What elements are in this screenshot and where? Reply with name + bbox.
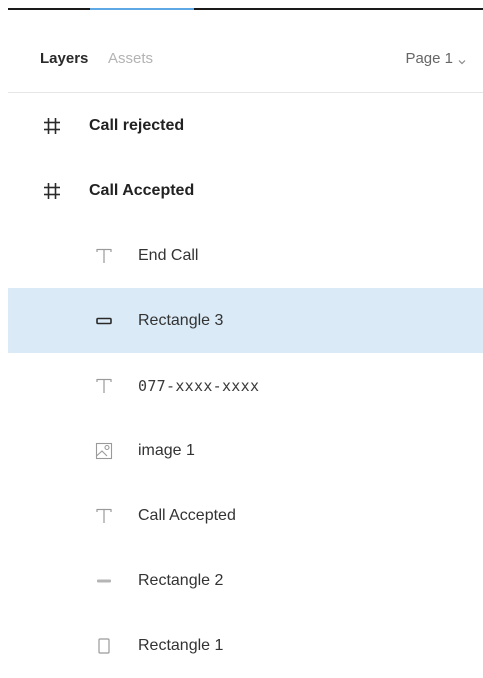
layer-row-call-accepted-frame[interactable]: Call Accepted — [8, 158, 483, 223]
layer-label: 077-xxxx-xxxx — [138, 376, 260, 395]
layer-label: End Call — [138, 246, 199, 264]
page-selector[interactable]: Page 1 — [405, 50, 467, 68]
chevron-down-icon — [457, 54, 467, 65]
layer-row-image-1[interactable]: image 1 — [8, 418, 483, 483]
layer-row-rectangle-3[interactable]: Rectangle 3 — [8, 288, 483, 353]
layer-label: Call Accepted — [89, 181, 195, 199]
rectangle-icon — [94, 571, 114, 591]
layer-label: image 1 — [138, 441, 195, 459]
rectangle-icon — [94, 311, 114, 331]
frame-icon — [42, 116, 62, 136]
text-icon — [94, 246, 114, 266]
layer-label: Call Accepted — [138, 506, 236, 524]
layer-row-call-rejected[interactable]: Call rejected — [8, 93, 483, 158]
image-icon — [94, 441, 114, 461]
layer-label: Rectangle 3 — [138, 311, 224, 329]
layer-row-phone-number[interactable]: 077-xxxx-xxxx — [8, 353, 483, 418]
text-icon — [94, 506, 114, 526]
tab-layers[interactable]: Layers — [40, 50, 88, 68]
text-icon — [94, 376, 114, 396]
layer-row-rectangle-2[interactable]: Rectangle 2 — [8, 548, 483, 613]
layer-row-call-accepted-text[interactable]: Call Accepted — [8, 483, 483, 548]
layer-label: Rectangle 1 — [138, 636, 224, 654]
layers-panel-header: Layers Assets Page 1 — [8, 10, 483, 93]
layer-label: Call rejected — [89, 116, 185, 134]
layer-row-end-call[interactable]: End Call — [8, 223, 483, 288]
frame-icon — [42, 181, 62, 201]
rectangle-icon — [94, 636, 114, 656]
tab-assets[interactable]: Assets — [108, 50, 153, 68]
layer-label: Rectangle 2 — [138, 571, 224, 589]
layer-row-rectangle-1[interactable]: Rectangle 1 — [8, 613, 483, 678]
page-selector-label: Page 1 — [405, 50, 453, 67]
layers-list: Call rejected Call Accepted End Call Rec… — [8, 93, 483, 678]
